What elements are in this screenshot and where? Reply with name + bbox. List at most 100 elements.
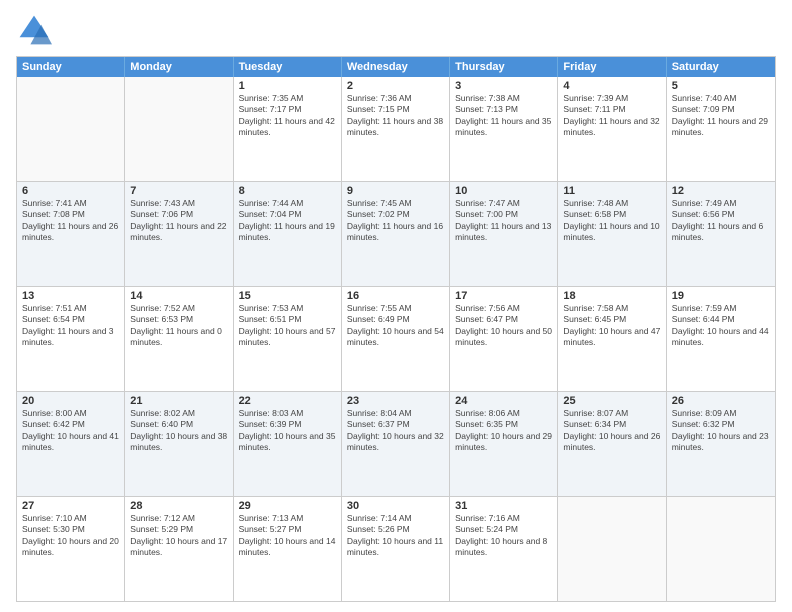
calendar-cell-1-6: 12Sunrise: 7:49 AM Sunset: 6:56 PM Dayli… — [667, 182, 775, 286]
calendar-cell-0-3: 2Sunrise: 7:36 AM Sunset: 7:15 PM Daylig… — [342, 77, 450, 181]
day-info: Sunrise: 7:55 AM Sunset: 6:49 PM Dayligh… — [347, 303, 444, 349]
calendar-row-4: 27Sunrise: 7:10 AM Sunset: 5:30 PM Dayli… — [17, 496, 775, 601]
day-info: Sunrise: 8:07 AM Sunset: 6:34 PM Dayligh… — [563, 408, 660, 454]
day-info: Sunrise: 7:41 AM Sunset: 7:08 PM Dayligh… — [22, 198, 119, 244]
calendar-cell-3-2: 22Sunrise: 8:03 AM Sunset: 6:39 PM Dayli… — [234, 392, 342, 496]
day-number: 8 — [239, 185, 336, 197]
day-info: Sunrise: 7:52 AM Sunset: 6:53 PM Dayligh… — [130, 303, 227, 349]
day-info: Sunrise: 7:12 AM Sunset: 5:29 PM Dayligh… — [130, 513, 227, 559]
day-info: Sunrise: 7:48 AM Sunset: 6:58 PM Dayligh… — [563, 198, 660, 244]
calendar-cell-1-0: 6Sunrise: 7:41 AM Sunset: 7:08 PM Daylig… — [17, 182, 125, 286]
day-info: Sunrise: 8:04 AM Sunset: 6:37 PM Dayligh… — [347, 408, 444, 454]
day-info: Sunrise: 7:58 AM Sunset: 6:45 PM Dayligh… — [563, 303, 660, 349]
calendar-cell-2-4: 17Sunrise: 7:56 AM Sunset: 6:47 PM Dayli… — [450, 287, 558, 391]
calendar-cell-2-3: 16Sunrise: 7:55 AM Sunset: 6:49 PM Dayli… — [342, 287, 450, 391]
day-number: 31 — [455, 500, 552, 512]
day-info: Sunrise: 7:10 AM Sunset: 5:30 PM Dayligh… — [22, 513, 119, 559]
day-number: 19 — [672, 290, 770, 302]
calendar-cell-1-3: 9Sunrise: 7:45 AM Sunset: 7:02 PM Daylig… — [342, 182, 450, 286]
calendar-cell-4-0: 27Sunrise: 7:10 AM Sunset: 5:30 PM Dayli… — [17, 497, 125, 601]
day-info: Sunrise: 7:56 AM Sunset: 6:47 PM Dayligh… — [455, 303, 552, 349]
logo-icon — [16, 12, 52, 48]
header — [16, 12, 776, 48]
day-info: Sunrise: 8:06 AM Sunset: 6:35 PM Dayligh… — [455, 408, 552, 454]
calendar-cell-0-4: 3Sunrise: 7:38 AM Sunset: 7:13 PM Daylig… — [450, 77, 558, 181]
calendar-cell-3-6: 26Sunrise: 8:09 AM Sunset: 6:32 PM Dayli… — [667, 392, 775, 496]
calendar-cell-0-5: 4Sunrise: 7:39 AM Sunset: 7:11 PM Daylig… — [558, 77, 666, 181]
day-number: 1 — [239, 80, 336, 92]
day-number: 3 — [455, 80, 552, 92]
day-info: Sunrise: 7:47 AM Sunset: 7:00 PM Dayligh… — [455, 198, 552, 244]
day-number: 24 — [455, 395, 552, 407]
day-info: Sunrise: 8:02 AM Sunset: 6:40 PM Dayligh… — [130, 408, 227, 454]
calendar-row-1: 6Sunrise: 7:41 AM Sunset: 7:08 PM Daylig… — [17, 181, 775, 286]
day-number: 7 — [130, 185, 227, 197]
day-number: 26 — [672, 395, 770, 407]
day-number: 30 — [347, 500, 444, 512]
calendar-cell-3-1: 21Sunrise: 8:02 AM Sunset: 6:40 PM Dayli… — [125, 392, 233, 496]
day-number: 27 — [22, 500, 119, 512]
calendar-cell-1-1: 7Sunrise: 7:43 AM Sunset: 7:06 PM Daylig… — [125, 182, 233, 286]
day-info: Sunrise: 7:59 AM Sunset: 6:44 PM Dayligh… — [672, 303, 770, 349]
day-number: 16 — [347, 290, 444, 302]
calendar-cell-2-2: 15Sunrise: 7:53 AM Sunset: 6:51 PM Dayli… — [234, 287, 342, 391]
calendar-cell-4-2: 29Sunrise: 7:13 AM Sunset: 5:27 PM Dayli… — [234, 497, 342, 601]
calendar-row-0: 1Sunrise: 7:35 AM Sunset: 7:17 PM Daylig… — [17, 77, 775, 181]
calendar-cell-4-4: 31Sunrise: 7:16 AM Sunset: 5:24 PM Dayli… — [450, 497, 558, 601]
calendar-header: SundayMondayTuesdayWednesdayThursdayFrid… — [17, 57, 775, 77]
day-info: Sunrise: 7:53 AM Sunset: 6:51 PM Dayligh… — [239, 303, 336, 349]
header-day-saturday: Saturday — [667, 57, 775, 77]
day-number: 10 — [455, 185, 552, 197]
calendar-cell-3-4: 24Sunrise: 8:06 AM Sunset: 6:35 PM Dayli… — [450, 392, 558, 496]
day-info: Sunrise: 7:38 AM Sunset: 7:13 PM Dayligh… — [455, 93, 552, 139]
day-info: Sunrise: 7:36 AM Sunset: 7:15 PM Dayligh… — [347, 93, 444, 139]
calendar-cell-2-1: 14Sunrise: 7:52 AM Sunset: 6:53 PM Dayli… — [125, 287, 233, 391]
header-day-monday: Monday — [125, 57, 233, 77]
day-info: Sunrise: 7:51 AM Sunset: 6:54 PM Dayligh… — [22, 303, 119, 349]
calendar-cell-4-3: 30Sunrise: 7:14 AM Sunset: 5:26 PM Dayli… — [342, 497, 450, 601]
page: SundayMondayTuesdayWednesdayThursdayFrid… — [0, 0, 792, 612]
calendar-cell-2-6: 19Sunrise: 7:59 AM Sunset: 6:44 PM Dayli… — [667, 287, 775, 391]
calendar-cell-0-2: 1Sunrise: 7:35 AM Sunset: 7:17 PM Daylig… — [234, 77, 342, 181]
calendar-row-3: 20Sunrise: 8:00 AM Sunset: 6:42 PM Dayli… — [17, 391, 775, 496]
calendar-cell-4-1: 28Sunrise: 7:12 AM Sunset: 5:29 PM Dayli… — [125, 497, 233, 601]
day-info: Sunrise: 8:00 AM Sunset: 6:42 PM Dayligh… — [22, 408, 119, 454]
header-day-tuesday: Tuesday — [234, 57, 342, 77]
calendar-cell-1-2: 8Sunrise: 7:44 AM Sunset: 7:04 PM Daylig… — [234, 182, 342, 286]
calendar-cell-2-5: 18Sunrise: 7:58 AM Sunset: 6:45 PM Dayli… — [558, 287, 666, 391]
calendar-cell-3-5: 25Sunrise: 8:07 AM Sunset: 6:34 PM Dayli… — [558, 392, 666, 496]
calendar-cell-3-3: 23Sunrise: 8:04 AM Sunset: 6:37 PM Dayli… — [342, 392, 450, 496]
day-number: 13 — [22, 290, 119, 302]
day-number: 20 — [22, 395, 119, 407]
day-info: Sunrise: 7:44 AM Sunset: 7:04 PM Dayligh… — [239, 198, 336, 244]
day-info: Sunrise: 8:03 AM Sunset: 6:39 PM Dayligh… — [239, 408, 336, 454]
day-number: 18 — [563, 290, 660, 302]
calendar-cell-0-6: 5Sunrise: 7:40 AM Sunset: 7:09 PM Daylig… — [667, 77, 775, 181]
day-number: 22 — [239, 395, 336, 407]
day-number: 12 — [672, 185, 770, 197]
header-day-wednesday: Wednesday — [342, 57, 450, 77]
day-number: 14 — [130, 290, 227, 302]
day-info: Sunrise: 7:13 AM Sunset: 5:27 PM Dayligh… — [239, 513, 336, 559]
logo — [16, 12, 56, 48]
calendar: SundayMondayTuesdayWednesdayThursdayFrid… — [16, 56, 776, 602]
header-day-sunday: Sunday — [17, 57, 125, 77]
day-info: Sunrise: 7:45 AM Sunset: 7:02 PM Dayligh… — [347, 198, 444, 244]
calendar-body: 1Sunrise: 7:35 AM Sunset: 7:17 PM Daylig… — [17, 77, 775, 601]
day-number: 21 — [130, 395, 227, 407]
day-info: Sunrise: 7:40 AM Sunset: 7:09 PM Dayligh… — [672, 93, 770, 139]
day-number: 6 — [22, 185, 119, 197]
day-number: 4 — [563, 80, 660, 92]
calendar-cell-1-5: 11Sunrise: 7:48 AM Sunset: 6:58 PM Dayli… — [558, 182, 666, 286]
day-number: 23 — [347, 395, 444, 407]
calendar-cell-1-4: 10Sunrise: 7:47 AM Sunset: 7:00 PM Dayli… — [450, 182, 558, 286]
header-day-thursday: Thursday — [450, 57, 558, 77]
day-number: 9 — [347, 185, 444, 197]
header-day-friday: Friday — [558, 57, 666, 77]
calendar-cell-0-0 — [17, 77, 125, 181]
calendar-cell-3-0: 20Sunrise: 8:00 AM Sunset: 6:42 PM Dayli… — [17, 392, 125, 496]
calendar-cell-4-5 — [558, 497, 666, 601]
day-number: 25 — [563, 395, 660, 407]
day-number: 17 — [455, 290, 552, 302]
day-info: Sunrise: 7:16 AM Sunset: 5:24 PM Dayligh… — [455, 513, 552, 559]
